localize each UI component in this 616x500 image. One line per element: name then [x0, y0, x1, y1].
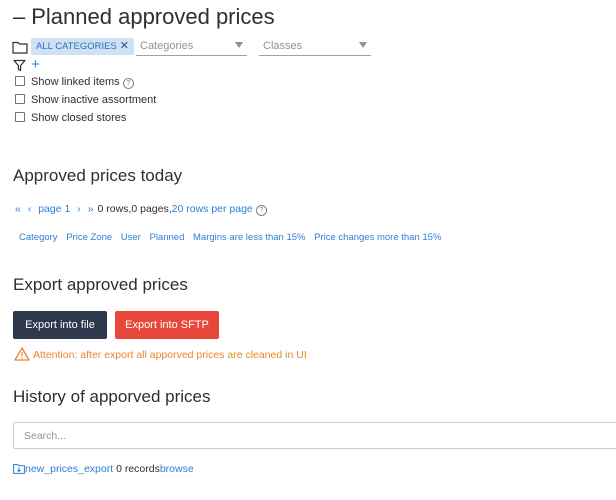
checkbox-show-linked-items[interactable]: Show linked items? [15, 76, 134, 89]
warning-text: Attention: after export all apporved pri… [33, 349, 307, 361]
categories-placeholder: Categories [140, 40, 194, 52]
history-heading: History of apporved prices [13, 387, 211, 406]
column-planned[interactable]: Planned [149, 232, 184, 243]
export-heading: Export approved prices [13, 275, 188, 294]
pagination: « ‹ page 1 › » 0 rows,0 pages,20 rows per… [15, 203, 267, 216]
folder-download-icon [13, 464, 25, 474]
last-page-icon[interactable]: » [88, 203, 94, 215]
export-file-link[interactable]: new_prices_export [25, 463, 113, 475]
warning-icon [14, 347, 30, 361]
checkbox-box[interactable] [15, 76, 25, 86]
category-chip: ALL CATEGORIES ✕ [31, 38, 134, 55]
checkbox-label: Show closed stores [31, 112, 127, 124]
column-category[interactable]: Category [19, 232, 58, 243]
chip-close-icon[interactable]: ✕ [120, 40, 129, 52]
column-headers: Category Price Zone User Planned Margins… [19, 232, 447, 243]
first-page-icon[interactable]: « [15, 203, 21, 215]
next-page-icon[interactable]: › [77, 203, 81, 215]
column-price-zone[interactable]: Price Zone [66, 232, 112, 243]
categories-select[interactable]: Categories [136, 37, 247, 56]
page-title-text: Planned approved prices [31, 4, 275, 29]
add-filter-button[interactable]: + [31, 56, 40, 73]
export-file-button[interactable]: Export into file [13, 311, 107, 339]
page-title: – Planned approved prices [13, 4, 275, 30]
records-count: 0 records [116, 463, 160, 475]
chevron-down-icon [359, 42, 367, 48]
export-warning: Attention: after export all apporved pri… [14, 347, 307, 361]
folder-icon[interactable] [12, 40, 28, 54]
help-icon[interactable]: ? [122, 78, 134, 89]
approved-today-heading: Approved prices today [13, 166, 183, 185]
checkbox-show-inactive-assortment[interactable]: Show inactive assortment [15, 94, 156, 106]
chevron-down-icon [235, 42, 243, 48]
browse-link[interactable]: browse [160, 463, 194, 475]
column-margins[interactable]: Margins are less than 15% [193, 232, 305, 243]
export-list-item: new_prices_export 0 recordsbrowse [13, 463, 194, 475]
classes-select[interactable]: Classes [259, 37, 371, 56]
page-number-link[interactable]: page 1 [38, 203, 70, 215]
filter-icon[interactable] [13, 59, 26, 72]
history-search[interactable] [13, 422, 616, 449]
category-chip-label: ALL CATEGORIES [36, 41, 117, 52]
search-input[interactable] [14, 423, 614, 448]
checkbox-show-closed-stores[interactable]: Show closed stores [15, 112, 126, 124]
column-price-changes[interactable]: Price changes more than 15% [314, 232, 441, 243]
classes-placeholder: Classes [263, 40, 303, 52]
checkbox-box[interactable] [15, 94, 25, 104]
export-sftp-button[interactable]: Export into SFTP [115, 311, 219, 339]
help-icon[interactable]: ? [255, 205, 267, 216]
prev-page-icon[interactable]: ‹ [28, 203, 32, 215]
checkbox-label: Show linked items [31, 76, 120, 88]
collapse-toggle[interactable]: – [13, 4, 25, 29]
rows-per-page-link[interactable]: 20 rows per page [172, 203, 253, 215]
checkbox-label: Show inactive assortment [31, 94, 157, 106]
checkbox-box[interactable] [15, 112, 25, 122]
pager-summary: 0 rows,0 pages, [97, 203, 172, 215]
column-user[interactable]: User [121, 232, 141, 243]
